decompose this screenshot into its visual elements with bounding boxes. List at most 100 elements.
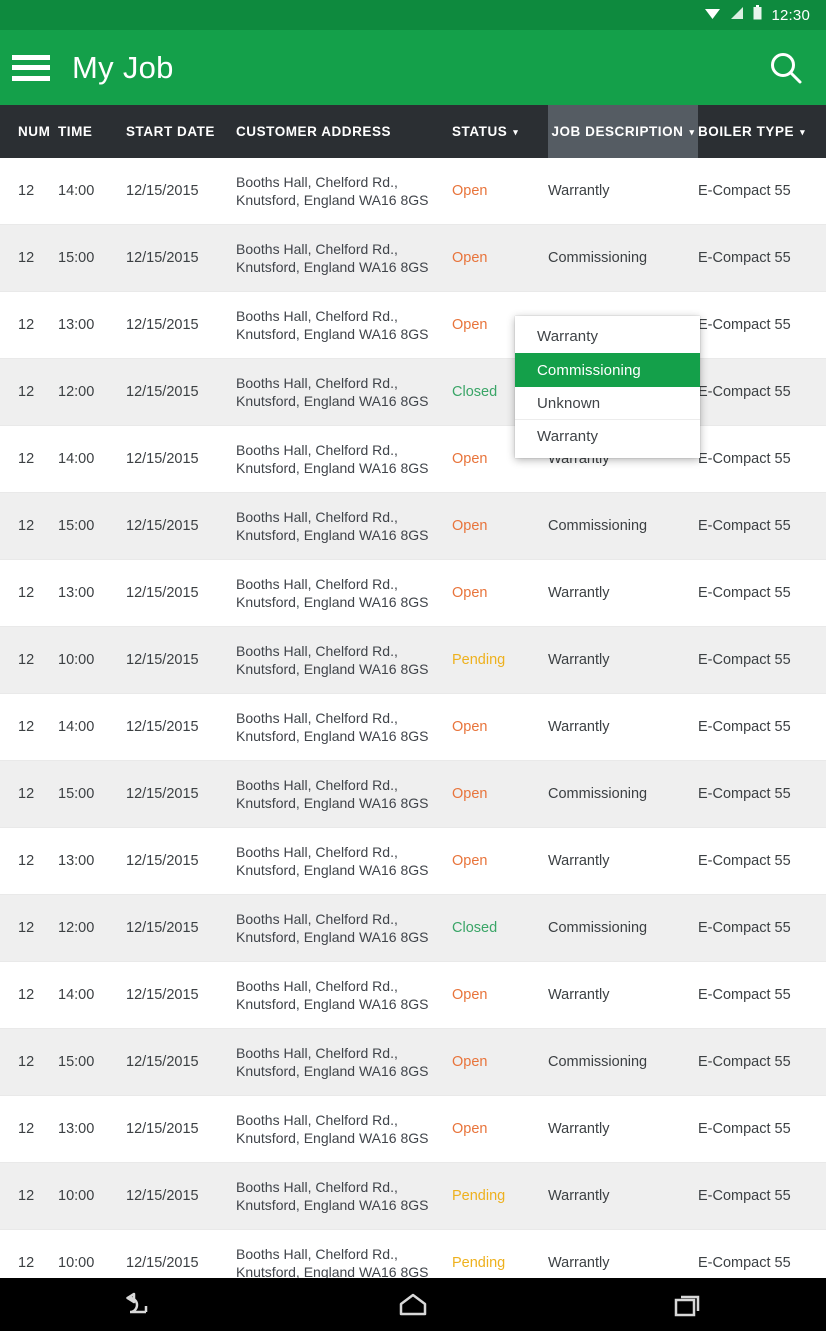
- address-line-1: Booths Hall, Chelford Rd.,: [236, 1179, 398, 1196]
- android-status-bar: 12:30: [0, 0, 826, 30]
- address-line-1: Booths Hall, Chelford Rd.,: [236, 643, 398, 660]
- cell-num: 12: [18, 652, 35, 668]
- cell-time: 13:00: [58, 853, 95, 869]
- address-line-2: Knutsford, England WA16 8GS: [236, 527, 429, 543]
- column-header-time[interactable]: TIME: [58, 105, 126, 158]
- address-line-1: Booths Hall, Chelford Rd.,: [236, 442, 398, 459]
- column-label-time: TIME: [58, 124, 93, 139]
- cell-boiler-type: E-Compact 55: [698, 1121, 791, 1137]
- column-header-status[interactable]: STATUS ▾: [452, 105, 548, 158]
- job-description-filter-dropdown[interactable]: Warranty Commissioning Unknown Warranty: [515, 316, 700, 458]
- cell-job-description: Warrantly: [548, 853, 610, 869]
- column-header-num[interactable]: NUM: [0, 105, 58, 158]
- dropdown-item[interactable]: Warranty: [515, 419, 700, 452]
- column-header-start-date[interactable]: START DATE: [126, 105, 236, 158]
- home-icon[interactable]: [353, 1278, 473, 1331]
- hamburger-menu-icon[interactable]: [12, 54, 50, 81]
- table-row[interactable]: 12 14:00 12/15/2015 Booths Hall, Chelford R…: [0, 158, 826, 225]
- cell-num: 12: [18, 183, 35, 199]
- cell-job-description: Warrantly: [548, 719, 610, 735]
- cell-job-description: Warrantly: [548, 987, 610, 1003]
- address-line-2: Knutsford, England WA16 8GS: [236, 594, 429, 610]
- dropdown-item[interactable]: Commissioning: [515, 353, 700, 386]
- address-line-2: Knutsford, England WA16 8GS: [236, 259, 429, 275]
- status-badge: Open: [452, 317, 488, 333]
- table-row[interactable]: 12 14:00 12/15/2015 Booths Hall, Chelford R…: [0, 962, 826, 1029]
- table-row[interactable]: 12 12:00 12/15/2015 Booths Hall, Chelford R…: [0, 895, 826, 962]
- cell-start-date: 12/15/2015: [126, 786, 199, 802]
- recents-icon[interactable]: [628, 1278, 748, 1331]
- status-badge: Open: [452, 1121, 488, 1137]
- cell-status: Open: [452, 853, 548, 869]
- search-icon[interactable]: [768, 50, 804, 86]
- cell-customer-address: Booths Hall, Chelford Rd., Knutsford, Eng…: [236, 909, 452, 947]
- cell-status: Open: [452, 585, 548, 601]
- cell-status: Pending: [452, 652, 548, 668]
- table-row[interactable]: 12 13:00 12/15/2015 Booths Hall, Chelford R…: [0, 560, 826, 627]
- cell-boiler-type: E-Compact 55: [698, 652, 791, 668]
- address-line-1: Booths Hall, Chelford Rd.,: [236, 241, 398, 258]
- cell-num: 12: [18, 1188, 35, 1204]
- table-row[interactable]: 12 13:00 12/15/2015 Booths Hall, Chelford R…: [0, 1096, 826, 1163]
- address-line-2: Knutsford, England WA16 8GS: [236, 1130, 429, 1146]
- cell-num: 12: [18, 250, 35, 266]
- column-label-customer-address: CUSTOMER ADDRESS: [236, 124, 392, 139]
- table-row[interactable]: 12 14:00 12/15/2015 Booths Hall, Chelford R…: [0, 426, 826, 493]
- cell-customer-address: Booths Hall, Chelford Rd., Knutsford, Eng…: [236, 507, 452, 545]
- table-row[interactable]: 12 15:00 12/15/2015 Booths Hall, Chelford R…: [0, 225, 826, 292]
- cell-boiler-type: E-Compact 55: [698, 384, 791, 400]
- status-badge: Open: [452, 451, 488, 467]
- status-badge: Open: [452, 719, 488, 735]
- cell-start-date: 12/15/2015: [126, 987, 199, 1003]
- address-line-1: Booths Hall, Chelford Rd.,: [236, 1246, 398, 1263]
- cell-job-description: Warrantly: [548, 1121, 610, 1137]
- address-line-2: Knutsford, England WA16 8GS: [236, 393, 429, 409]
- cell-start-date: 12/15/2015: [126, 652, 199, 668]
- table-row[interactable]: 12 13:00 12/15/2015 Booths Hall, Chelford R…: [0, 292, 826, 359]
- status-bar-clock: 12:30: [771, 6, 810, 24]
- table-header: NUM TIME START DATE CUSTOMER ADDRESS STA…: [0, 105, 826, 158]
- table-row[interactable]: 12 15:00 12/15/2015 Booths Hall, Chelford R…: [0, 493, 826, 560]
- address-line-2: Knutsford, England WA16 8GS: [236, 326, 429, 342]
- table-row[interactable]: 12 10:00 12/15/2015 Booths Hall, Chelford R…: [0, 1163, 826, 1230]
- address-line-1: Booths Hall, Chelford Rd.,: [236, 576, 398, 593]
- dropdown-item[interactable]: Unknown: [515, 386, 700, 419]
- cell-num: 12: [18, 853, 35, 869]
- address-line-2: Knutsford, England WA16 8GS: [236, 1197, 429, 1213]
- cell-num: 12: [18, 451, 35, 467]
- cell-time: 10:00: [58, 1255, 95, 1271]
- table-row[interactable]: 12 12:00 12/15/2015 Booths Hall, Chelford R…: [0, 359, 826, 426]
- column-header-customer-address[interactable]: CUSTOMER ADDRESS: [236, 105, 452, 158]
- cell-status: Pending: [452, 1188, 548, 1204]
- cell-status: Open: [452, 786, 548, 802]
- cell-status: Open: [452, 183, 548, 199]
- cell-customer-address: Booths Hall, Chelford Rd., Knutsford, Eng…: [236, 775, 452, 813]
- cell-boiler-type: E-Compact 55: [698, 786, 791, 802]
- wifi-icon: [704, 6, 721, 25]
- cell-boiler-type: E-Compact 55: [698, 183, 791, 199]
- address-line-2: Knutsford, England WA16 8GS: [236, 929, 429, 945]
- cell-customer-address: Booths Hall, Chelford Rd., Knutsford, Eng…: [236, 239, 452, 277]
- table-row[interactable]: 12 15:00 12/15/2015 Booths Hall, Chelford R…: [0, 1029, 826, 1096]
- column-header-job-description[interactable]: JOB DESCRIPTION ▾: [548, 105, 698, 158]
- column-header-boiler-type[interactable]: BOILER TYPE ▾: [698, 105, 826, 158]
- cell-boiler-type: E-Compact 55: [698, 317, 791, 333]
- address-line-1: Booths Hall, Chelford Rd.,: [236, 308, 398, 325]
- cell-start-date: 12/15/2015: [126, 1121, 199, 1137]
- table-row[interactable]: 12 15:00 12/15/2015 Booths Hall, Chelford R…: [0, 761, 826, 828]
- table-row[interactable]: 12 10:00 12/15/2015 Booths Hall, Chelford R…: [0, 1230, 826, 1278]
- table-row[interactable]: 12 13:00 12/15/2015 Booths Hall, Chelford R…: [0, 828, 826, 895]
- address-line-1: Booths Hall, Chelford Rd.,: [236, 777, 398, 794]
- table-row[interactable]: 12 10:00 12/15/2015 Booths Hall, Chelford R…: [0, 627, 826, 694]
- column-label-start-date: START DATE: [126, 124, 215, 139]
- column-label-job-description: JOB DESCRIPTION: [551, 124, 684, 139]
- back-icon[interactable]: [78, 1278, 198, 1331]
- dropdown-item[interactable]: Warranty: [515, 320, 700, 353]
- status-badge: Closed: [452, 920, 498, 936]
- status-badge: Open: [452, 250, 488, 266]
- battery-icon: [753, 5, 762, 25]
- table-row[interactable]: 12 14:00 12/15/2015 Booths Hall, Chelford R…: [0, 694, 826, 761]
- cell-time: 10:00: [58, 1188, 95, 1204]
- cell-start-date: 12/15/2015: [126, 518, 199, 534]
- address-line-2: Knutsford, England WA16 8GS: [236, 192, 429, 208]
